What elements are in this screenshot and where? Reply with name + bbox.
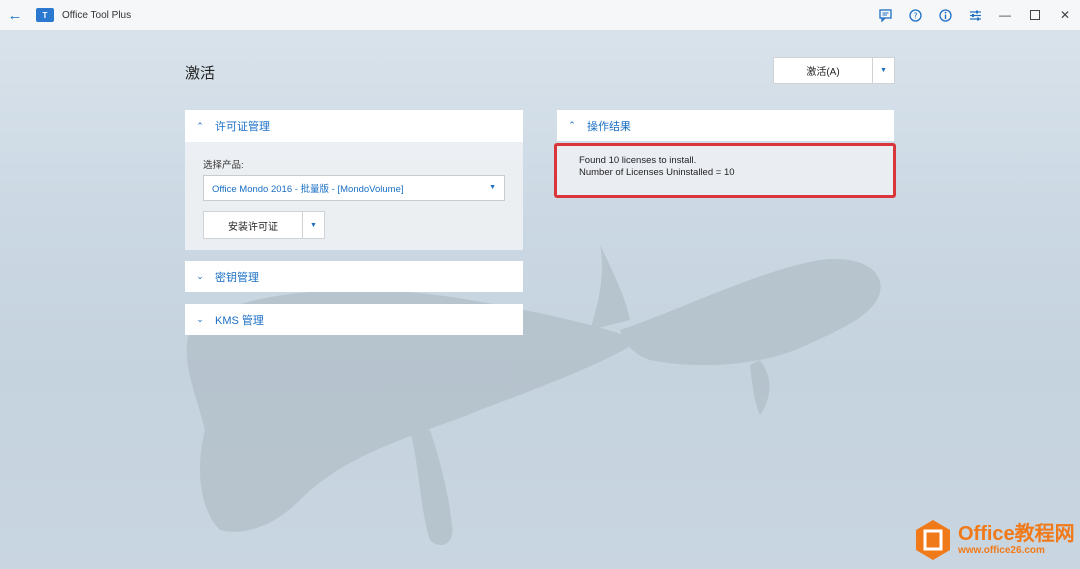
result-panel-header[interactable]: ⌃ 操作结果 <box>557 110 894 141</box>
product-select[interactable]: Office Mondo 2016 - 批量版 - [MondoVolume] … <box>203 175 505 201</box>
kms-panel-header[interactable]: ⌄ KMS 管理 <box>185 304 523 335</box>
watermark: Office教程网 www.office26.com <box>914 519 1075 561</box>
svg-text:?: ? <box>913 11 917 20</box>
result-line: Number of Licenses Uninstalled = 10 <box>579 167 735 178</box>
result-panel-title: 操作结果 <box>587 120 631 133</box>
select-product-label: 选择产品: <box>203 160 244 171</box>
activate-button[interactable]: 激活(A) <box>774 58 872 83</box>
chevron-down-icon: ⌄ <box>196 314 204 324</box>
activate-dropdown-arrow-icon[interactable]: ▼ <box>872 58 894 83</box>
app-logo-icon: T <box>36 8 54 22</box>
office-logo-icon <box>914 519 952 561</box>
install-license-split-button: 安装许可证 ▼ <box>203 211 325 239</box>
minimize-icon[interactable]: — <box>990 0 1020 30</box>
license-panel-body: 选择产品: Office Mondo 2016 - 批量版 - [MondoVo… <box>185 142 523 250</box>
whale-background-image <box>186 245 881 545</box>
chevron-down-icon: ⌄ <box>196 271 204 281</box>
watermark-title: Office教程网 <box>958 522 1075 545</box>
dropdown-caret-icon: ▼ <box>489 184 496 191</box>
install-dropdown-arrow-icon[interactable]: ▼ <box>302 212 324 238</box>
back-arrow-icon[interactable]: ← <box>0 0 30 30</box>
watermark-url: www.office26.com <box>958 544 1045 556</box>
close-icon[interactable]: ✕ <box>1050 0 1080 30</box>
chevron-up-icon: ⌃ <box>568 120 576 130</box>
page-title: 激活 <box>185 65 216 82</box>
product-select-value: Office Mondo 2016 - 批量版 - [MondoVolume] <box>212 184 404 195</box>
install-license-button[interactable]: 安装许可证 <box>204 212 302 238</box>
chevron-up-icon: ⌃ <box>196 120 204 131</box>
help-icon[interactable]: ? <box>900 0 930 30</box>
license-panel-header[interactable]: ⌃ 许可证管理 <box>185 110 523 142</box>
key-panel-title: 密钥管理 <box>215 271 259 284</box>
title-bar: ← T Office Tool Plus ? — ✕ <box>0 0 1080 30</box>
activate-split-button: 激活(A) ▼ <box>773 57 895 84</box>
license-panel-title: 许可证管理 <box>215 121 270 133</box>
result-line: Found 10 licenses to install. <box>579 155 697 166</box>
result-output-box: Found 10 licenses to install. Number of … <box>554 143 896 198</box>
maximize-icon[interactable] <box>1020 0 1050 30</box>
kms-panel-title: KMS 管理 <box>215 314 264 327</box>
window-title: Office Tool Plus <box>62 9 132 21</box>
feedback-icon[interactable] <box>870 0 900 30</box>
info-icon[interactable] <box>930 0 960 30</box>
key-panel-header[interactable]: ⌄ 密钥管理 <box>185 261 523 292</box>
settings-icon[interactable] <box>960 0 990 30</box>
